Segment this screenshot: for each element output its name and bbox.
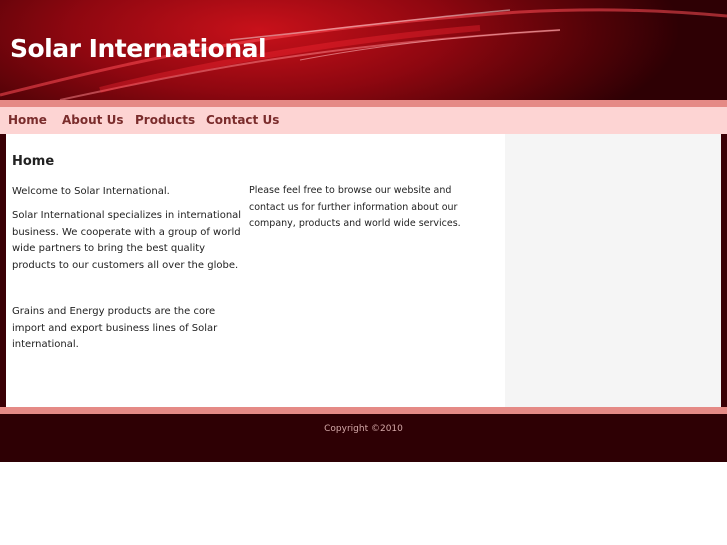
copyright-text: Copyright ©2010: [324, 424, 403, 434]
nav-item-home[interactable]: Home: [8, 113, 47, 127]
welcome-text: Welcome to Solar International.: [12, 186, 170, 197]
site-header: Solar International: [0, 0, 727, 100]
nav-item-products[interactable]: Products: [135, 113, 195, 127]
nav-item-contact-us[interactable]: Contact Us: [206, 113, 279, 127]
page-title: Home: [12, 154, 55, 169]
header-divider: [0, 100, 727, 107]
site-footer: [0, 414, 727, 462]
site-title: Solar International: [10, 34, 267, 63]
browse-paragraph: Please feel free to browse our website a…: [249, 185, 461, 229]
nav-item-about-us[interactable]: About Us: [62, 113, 123, 127]
sidebar: [505, 134, 721, 407]
footer-divider: [0, 407, 727, 414]
main-nav: Home About Us Products Contact Us: [0, 107, 727, 134]
core-business-paragraph: Grains and Energy products are the core …: [12, 306, 218, 350]
intro-paragraph: Solar International specializes in inter…: [12, 210, 242, 271]
